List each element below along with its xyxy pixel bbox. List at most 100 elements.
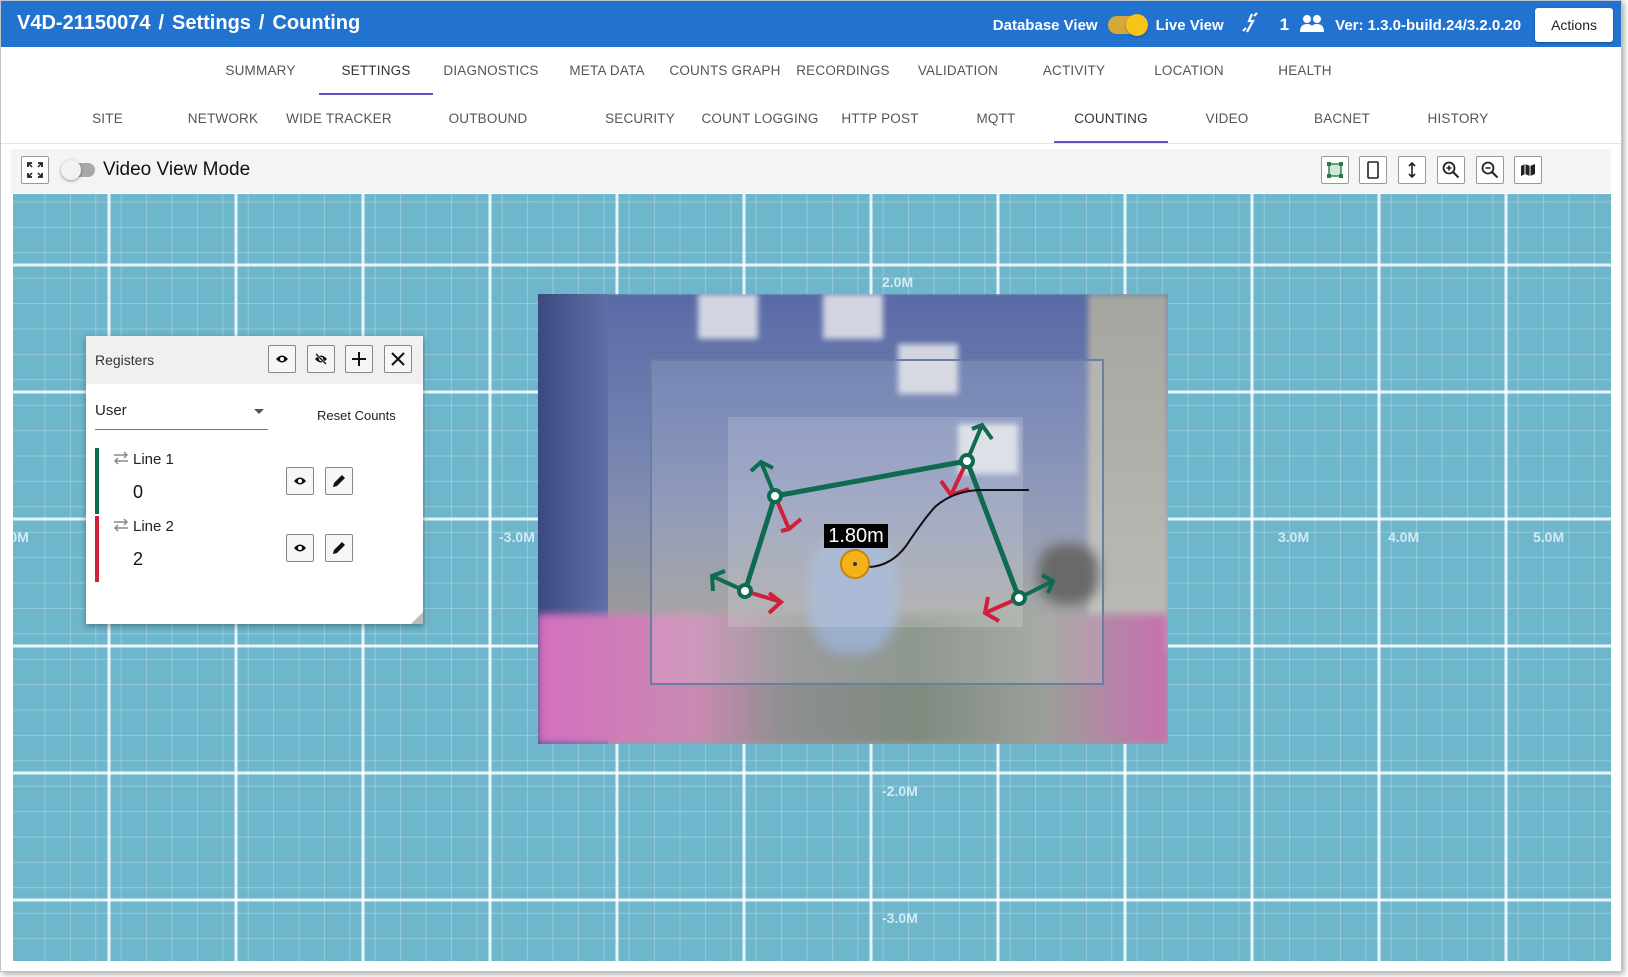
pencil-icon [333,542,345,554]
plus-icon [352,352,366,366]
hide-all-button[interactable] [307,345,335,373]
tab-health[interactable]: HEALTH [1248,47,1362,95]
tab-http-post[interactable]: HTTP POST [823,95,937,143]
breadcrumb-separator: / [158,12,165,34]
register-type-value: User [95,402,127,419]
zoom-out-button[interactable] [1476,156,1504,184]
axis-label-x-neg3: -3.0M [499,529,535,545]
toggle-knob [61,160,81,180]
height-button[interactable] [1398,156,1426,184]
tracking-zone-inner [728,417,1023,627]
tab-count-logging[interactable]: COUNT LOGGING [699,95,821,143]
axis-label-y-pos2: 2.0M [882,274,914,290]
secondary-tabs: SITE NETWORK WIDE TRACKER OUTBOUND CONNE… [1,95,1621,174]
camera-feed[interactable] [538,294,1168,744]
line-2-edit-button[interactable] [325,534,353,562]
tab-summary[interactable]: SUMMARY [204,47,317,95]
eye-icon [294,477,306,485]
eye-icon [276,355,288,363]
tab-video[interactable]: VIDEO [1170,95,1284,143]
swap-arrows-icon [113,518,129,532]
close-icon [391,352,405,366]
line-1-visibility-button[interactable] [286,467,314,495]
show-all-button[interactable] [268,345,296,373]
map-button[interactable] [1514,156,1542,184]
line-1-edit-button[interactable] [325,467,353,495]
app-window: V4D-21150074 / Settings / Counting Database … [0,0,1622,972]
reset-counts-button[interactable]: Reset Counts [317,408,396,423]
zoom-out-icon [1481,161,1499,179]
height-readout: 1.80m [828,525,884,547]
add-register-button[interactable] [345,345,373,373]
eye-icon [294,544,306,552]
registers-header: Registers [86,336,423,384]
axis-label-x-pos4: 4.0M [1388,529,1420,545]
zoom-in-icon [1442,161,1460,179]
axis-label-x-pos3: 3.0M [1278,529,1310,545]
breadcrumb-device[interactable]: V4D-21150074 [17,12,150,34]
line-1-color-bar [95,448,99,514]
vertical-arrows-icon [1408,162,1416,178]
video-view-mode-label: Video View Mode [103,159,251,180]
fullscreen-button[interactable] [21,156,49,184]
line-2-color-bar [95,516,99,582]
portrait-view-button[interactable] [1359,156,1387,184]
breadcrumb-separator: / [258,12,265,34]
line-1-label: Line 1 [112,451,174,468]
line-2-visibility-button[interactable] [286,534,314,562]
tab-outbound-connections[interactable]: OUTBOUND CONNECTIONS [397,95,579,174]
tab-counting[interactable]: COUNTING [1054,95,1168,143]
tab-activity[interactable]: ACTIVITY [1017,47,1131,95]
tab-site[interactable]: SITE [51,95,164,143]
tab-diagnostics[interactable]: DIAGNOSTICS [434,47,548,95]
tab-counts-graph[interactable]: COUNTS GRAPH [666,47,784,95]
live-view-label: Live View [1155,16,1224,34]
line-2-count: 2 [133,549,144,569]
header-controls: Database View Live View 1 Ver: 1.3.0-bui… [993,8,1613,42]
users-icon[interactable] [1299,13,1325,37]
registers-panel: Registers User Reset Counts Line 1 0 Lin… [86,336,423,624]
actions-button[interactable]: Actions [1535,8,1613,42]
panel-resize-handle[interactable] [411,612,423,624]
axis-label-x-neg5: -5.0M [13,529,29,545]
swap-arrows-icon [113,451,129,465]
tab-wide-tracker[interactable]: WIDE TRACKER [282,95,396,143]
zone-tool-button[interactable] [1321,156,1349,184]
tab-location[interactable]: LOCATION [1132,47,1246,95]
expand-icon [27,162,43,178]
pencil-icon [333,475,345,487]
registers-title: Registers [95,352,155,368]
camera-wall-tile [823,294,883,339]
tab-mqtt[interactable]: MQTT [939,95,1053,143]
breadcrumb: V4D-21150074 / Settings / Counting [17,12,368,35]
tab-meta-data[interactable]: META DATA [550,47,664,95]
page-icon [1367,161,1379,179]
line-1-name: Line 1 [133,451,174,468]
video-view-mode-toggle[interactable] [61,160,95,180]
zone-icon [1327,162,1343,178]
tab-network[interactable]: NETWORK [166,95,280,143]
axis-label-y-neg3: -3.0M [882,910,918,926]
breadcrumb-settings[interactable]: Settings [172,12,251,34]
tab-security[interactable]: SECURITY [583,95,697,143]
database-view-label: Database View [992,16,1098,34]
toggle-knob [1125,14,1148,36]
chevron-down-icon [254,409,264,414]
tab-bacnet[interactable]: BACNET [1285,95,1399,143]
primary-tabs: SUMMARY SETTINGS DIAGNOSTICS META DATA C… [1,47,1621,96]
zoom-in-button[interactable] [1437,156,1465,184]
register-type-select[interactable]: User [95,402,268,430]
axis-label-y-neg2: -2.0M [882,783,918,799]
tab-validation[interactable]: VALIDATION [901,47,1015,95]
close-panel-button[interactable] [384,345,412,373]
tab-recordings[interactable]: RECORDINGS [786,47,900,95]
axis-label-x-pos5: 5.0M [1533,529,1565,545]
tab-settings[interactable]: SETTINGS [319,47,433,95]
map-icon [1521,164,1535,176]
user-count: 1 [1279,15,1290,34]
connection-plug-icon [1240,12,1260,38]
line-2-name: Line 2 [133,518,174,535]
tab-history[interactable]: HISTORY [1401,95,1515,143]
view-mode-toggle[interactable] [1107,14,1148,36]
top-header: V4D-21150074 / Settings / Counting Database … [1,1,1621,47]
